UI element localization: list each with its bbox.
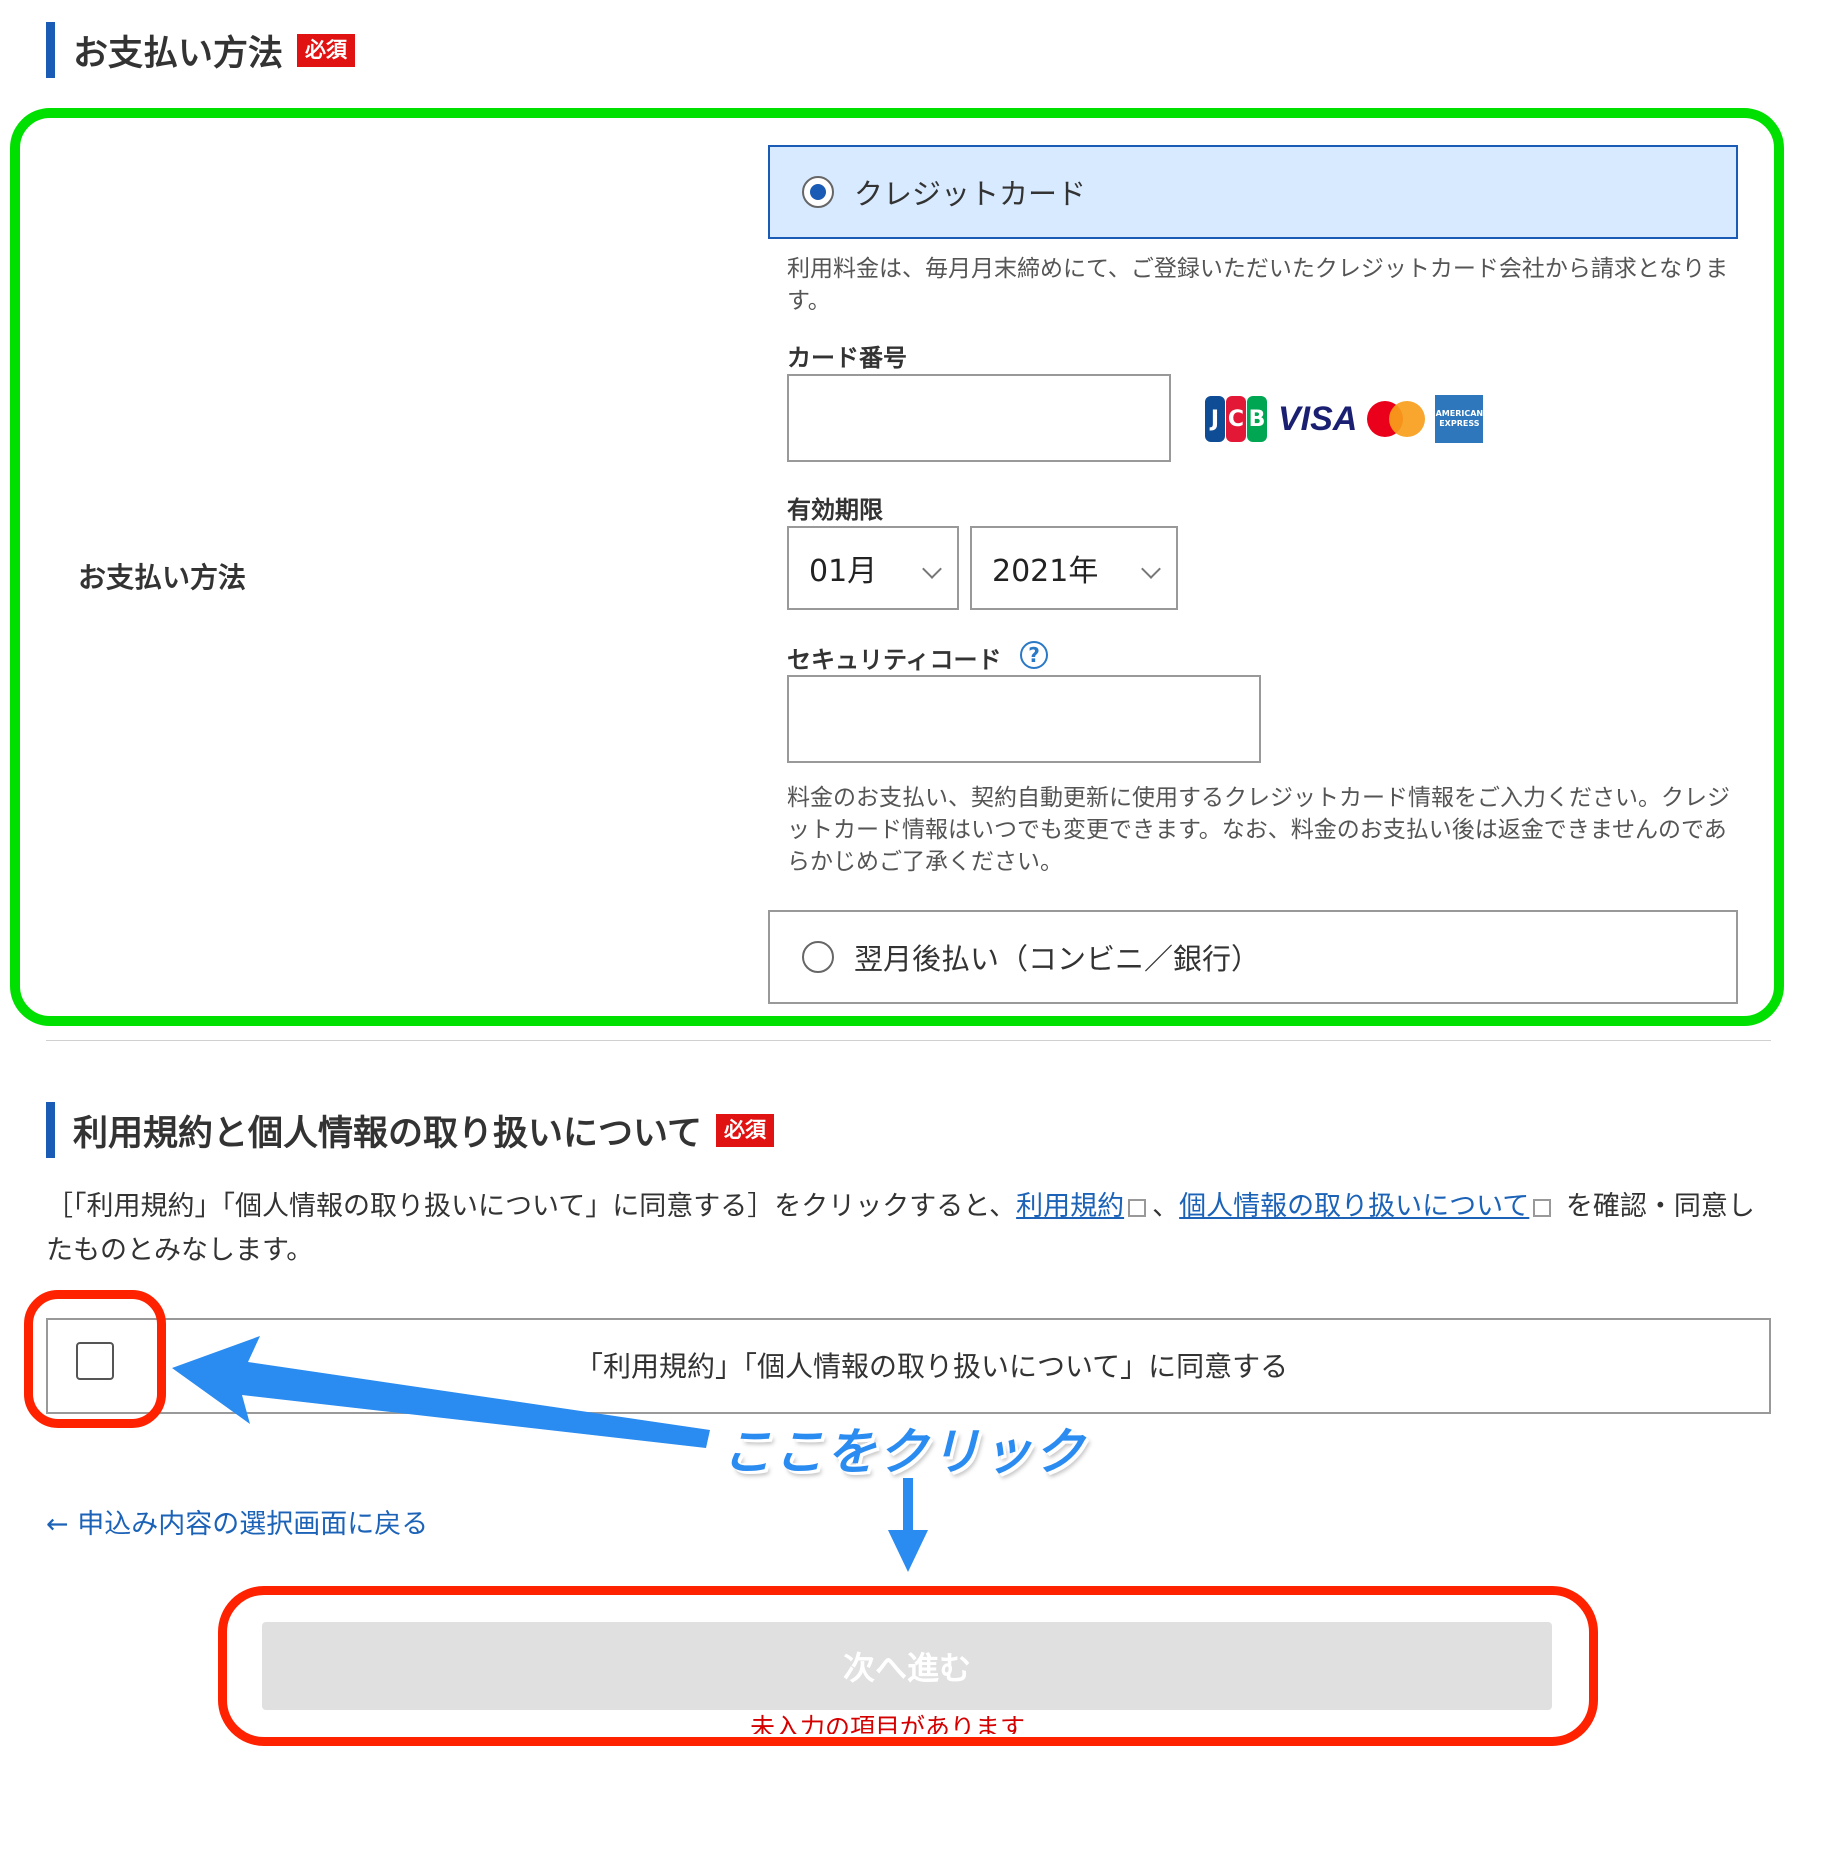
arrow-left-icon [172, 1336, 710, 1448]
click-here-annotation: ここをクリック [722, 1423, 1086, 1481]
arrow-down-icon [888, 1478, 928, 1572]
annotation-arrows [172, 1336, 928, 1572]
back-link[interactable]: ← 申込み内容の選択画面に戻る [46, 1502, 428, 1541]
next-button-highlight-frame [218, 1586, 1598, 1746]
